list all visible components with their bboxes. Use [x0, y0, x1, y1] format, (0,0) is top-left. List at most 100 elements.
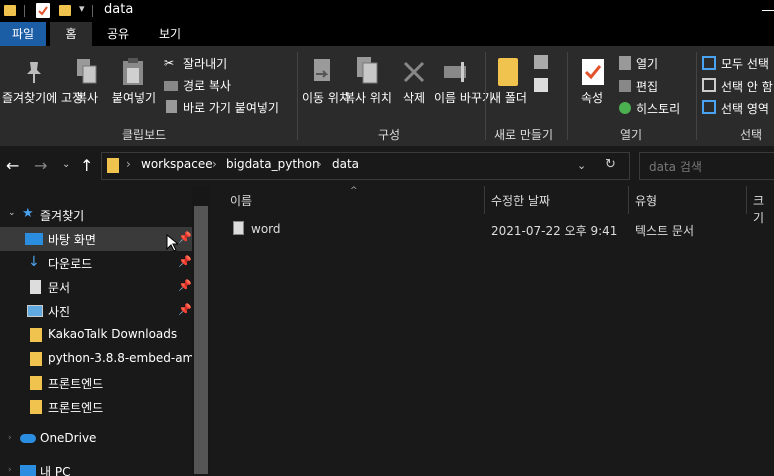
- open-icon: [619, 56, 631, 70]
- edit-button[interactable]: 편집: [636, 78, 658, 95]
- new-folder-quick-icon[interactable]: [59, 5, 71, 16]
- breadcrumb-separator-icon[interactable]: ›: [317, 157, 322, 171]
- table-row[interactable]: word 2021-07-22 오후 9:41 텍스트 문서: [216, 216, 774, 240]
- column-divider[interactable]: [484, 186, 485, 214]
- pin-icon[interactable]: 📌: [178, 279, 192, 292]
- file-name: word: [251, 222, 281, 236]
- cut-button[interactable]: 잘라내기: [183, 55, 227, 72]
- move-to-button[interactable]: 이동 위치: [302, 91, 350, 106]
- breadcrumb-separator-icon[interactable]: ›: [212, 157, 217, 171]
- ribbon-tabs: 파일 홈 공유 보기: [0, 22, 774, 46]
- separator: [567, 52, 568, 140]
- pin-to-quick-access-button[interactable]: 즐겨찾기에 고정: [2, 91, 83, 106]
- copy-button[interactable]: 복사: [70, 91, 104, 106]
- copy-path-icon: [164, 81, 178, 91]
- select-group-label: 선택: [740, 128, 763, 142]
- navigation-pane: ⌄ ★ 즐겨찾기 바탕 화면 📌 ↓ 다운로드 📌 문서 📌 사진 📌 Kaka…: [0, 186, 210, 476]
- properties-quick-icon[interactable]: [36, 3, 50, 18]
- easy-access-icon[interactable]: [534, 78, 548, 92]
- computer-icon: [20, 465, 36, 476]
- sidebar-item-this-pc[interactable]: › 내 PC: [0, 459, 192, 476]
- sidebar-item-label: 내 PC: [40, 465, 71, 476]
- properties-button[interactable]: 속성: [574, 91, 610, 106]
- folder-icon: [30, 328, 42, 342]
- forward-arrow-icon[interactable]: →: [34, 156, 47, 175]
- column-header-name[interactable]: 이름: [230, 192, 252, 209]
- folder-icon: [30, 352, 42, 366]
- select-none-button[interactable]: 선택 안 함: [721, 78, 773, 95]
- sidebar-item-documents[interactable]: 문서 📌: [0, 275, 192, 299]
- delete-button[interactable]: 삭제: [396, 91, 432, 106]
- window-title: data: [104, 2, 134, 17]
- tab-share[interactable]: 공유: [96, 22, 140, 46]
- paste-shortcut-button[interactable]: 바로 가기 붙여넣기: [183, 99, 279, 116]
- customize-quick-access-icon[interactable]: ▾: [79, 2, 85, 15]
- copy-to-button[interactable]: 복사 위치: [344, 91, 392, 106]
- rename-icon: [443, 60, 471, 87]
- sidebar-item-label: python-3.8.8-embed-amd6: [48, 351, 192, 365]
- breadcrumb-separator-icon[interactable]: ›: [126, 157, 131, 171]
- sidebar-item-downloads[interactable]: ↓ 다운로드 📌: [0, 251, 192, 275]
- file-modified: 2021-07-22 오후 9:41: [491, 224, 618, 238]
- breadcrumb-data[interactable]: data: [332, 157, 359, 171]
- sidebar-scrollbar-thumb[interactable]: [194, 206, 208, 474]
- new-item-icon[interactable]: [534, 55, 548, 69]
- pin-icon[interactable]: 📌: [178, 231, 192, 244]
- paste-shortcut-icon: [166, 100, 177, 113]
- scissors-icon: ✂: [164, 56, 175, 70]
- address-dropdown-icon[interactable]: ⌄: [577, 159, 586, 172]
- breadcrumb-bigdata-python[interactable]: bigdata_python: [226, 157, 320, 171]
- sidebar-item-python-embed[interactable]: python-3.8.8-embed-amd6: [0, 347, 192, 371]
- history-button[interactable]: 히스토리: [636, 100, 680, 117]
- invert-selection-icon: [702, 100, 716, 114]
- rename-button[interactable]: 이름 바꾸기: [434, 91, 493, 106]
- folder-icon: [30, 400, 42, 414]
- copy-path-button[interactable]: 경로 복사: [183, 77, 231, 94]
- sort-ascending-icon: ^: [350, 186, 358, 196]
- sidebar-item-desktop[interactable]: 바탕 화면 📌: [0, 227, 192, 251]
- column-divider[interactable]: [628, 186, 629, 214]
- new-group-label: 새로 만들기: [494, 128, 554, 142]
- search-input[interactable]: data 검색: [649, 158, 702, 175]
- sidebar-item-quick-access[interactable]: ⌄ ★ 즐겨찾기: [0, 203, 192, 227]
- up-arrow-icon[interactable]: ↑: [80, 156, 93, 175]
- tab-view[interactable]: 보기: [148, 22, 192, 46]
- separator: [696, 52, 697, 140]
- chevron-down-icon[interactable]: ⌄: [8, 208, 16, 218]
- chevron-right-icon[interactable]: ›: [8, 465, 12, 475]
- sidebar-item-label: 프론트엔드: [48, 401, 104, 415]
- sidebar-item-label: OneDrive: [40, 431, 97, 445]
- sidebar-item-pictures[interactable]: 사진 📌: [0, 299, 192, 323]
- select-all-button[interactable]: 모두 선택: [721, 55, 769, 72]
- open-button[interactable]: 열기: [636, 55, 658, 72]
- file-type: 텍스트 문서: [635, 224, 695, 238]
- chevron-right-icon[interactable]: ›: [8, 433, 12, 443]
- refresh-icon[interactable]: ↻: [605, 157, 616, 172]
- column-header-type[interactable]: 유형: [635, 192, 657, 209]
- paste-button[interactable]: 붙여넣기: [108, 91, 160, 106]
- sidebar-item-frontend-2[interactable]: 프론트엔드: [0, 395, 192, 419]
- folder-icon: [4, 5, 16, 16]
- tab-file[interactable]: 파일: [0, 22, 46, 46]
- recent-locations-icon[interactable]: ⌄: [62, 159, 70, 170]
- pin-icon[interactable]: 📌: [178, 255, 192, 268]
- breadcrumb-workspacee[interactable]: workspacee: [141, 157, 213, 171]
- sidebar-item-label: 문서: [48, 281, 71, 295]
- pin-icon[interactable]: 📌: [178, 303, 192, 316]
- column-header-modified[interactable]: 수정한 날짜: [491, 192, 550, 209]
- properties-icon: [581, 58, 605, 89]
- sidebar-item-onedrive[interactable]: › OneDrive: [0, 427, 192, 451]
- sidebar-item-kakaotalk-downloads[interactable]: KakaoTalk Downloads: [0, 323, 192, 347]
- sidebar-item-label: KakaoTalk Downloads: [48, 327, 178, 341]
- tab-home[interactable]: 홈: [50, 22, 92, 46]
- sidebar-item-frontend[interactable]: 프론트엔드: [0, 371, 192, 395]
- download-icon: ↓: [28, 254, 40, 270]
- new-folder-icon: [498, 58, 518, 86]
- column-divider[interactable]: [746, 186, 747, 214]
- back-arrow-icon[interactable]: ←: [6, 156, 19, 175]
- separator: [297, 52, 298, 140]
- minimize-icon[interactable]: [762, 10, 774, 11]
- desktop-icon: [25, 233, 43, 245]
- invert-selection-button[interactable]: 선택 영역: [721, 100, 769, 117]
- new-folder-button[interactable]: 새 폴더: [490, 91, 527, 106]
